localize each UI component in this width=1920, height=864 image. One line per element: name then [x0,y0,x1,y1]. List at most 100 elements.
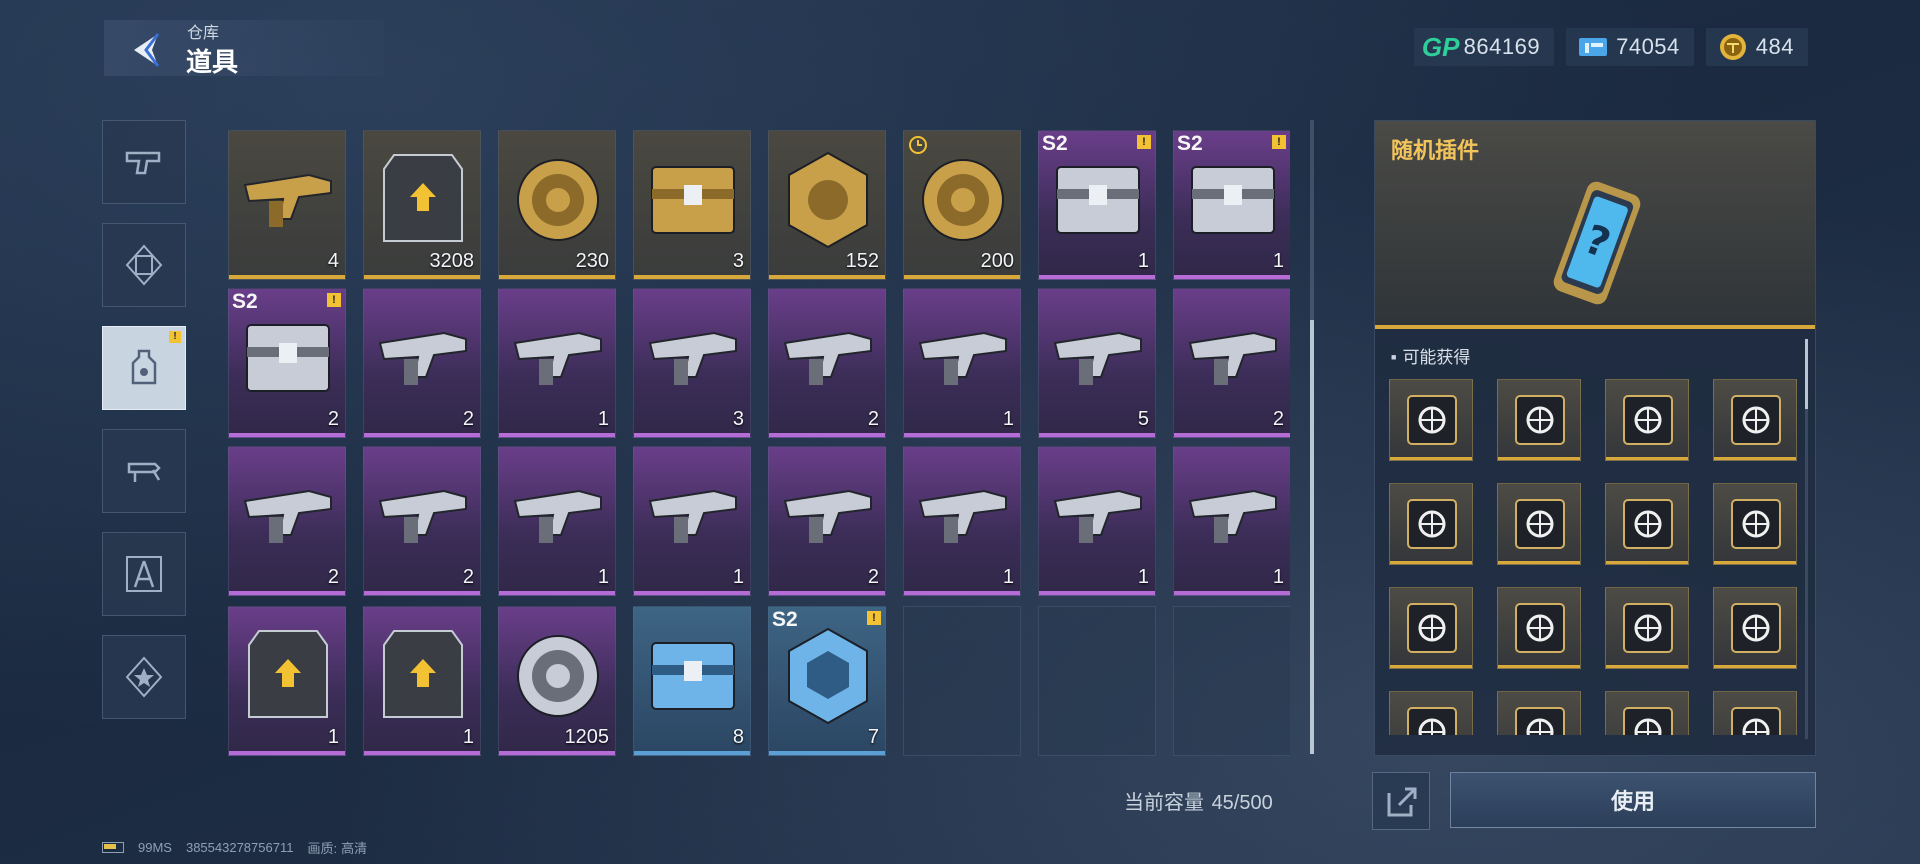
currency-coin[interactable]: 484 [1705,28,1808,66]
item-quantity: 8 [732,726,744,748]
reward-item[interactable] [1497,587,1581,669]
tab-scrolls[interactable] [102,223,186,307]
tab-tools[interactable] [102,532,186,616]
capacity-value: 45/500 [1211,792,1273,814]
inventory-item[interactable]: 1 [903,288,1021,438]
inventory-item[interactable]: 152 [768,130,886,280]
inventory-item[interactable]: 4 [228,130,346,280]
reward-item[interactable] [1497,379,1581,461]
reward-item[interactable] [1605,691,1689,735]
status-footer: 99MS 385543278756711 画质: 高清 [102,838,367,857]
item-quantity: 3208 [429,250,475,272]
inventory-grid: 4 3208 230 3 152 200 S2! 1 S2! 1 S2! 2 2 1 3 2 1 5 2 2 2 1 1 2 1… [228,116,1290,756]
upgrade-card-dark-icon [383,630,463,718]
inventory-item[interactable]: 1 [633,446,751,596]
reward-scroll-thumb[interactable] [1805,339,1808,409]
inventory-item[interactable]: S2! 2 [228,288,346,438]
item-quantity: 2 [327,408,339,430]
item-quantity: 7 [867,726,879,748]
inventory-item[interactable]: S2! 7 [768,606,886,756]
weapon-camo-rifle-icon [648,331,737,385]
crosshair-mod-icon [1515,499,1565,549]
inventory-scroll-thumb[interactable] [1310,320,1314,754]
inventory-item[interactable]: 2 [768,446,886,596]
reward-item[interactable] [1389,379,1473,461]
bullets-mod-icon [1623,499,1673,549]
inventory-scrollbar[interactable] [1310,120,1314,754]
reward-item[interactable] [1713,587,1797,669]
inventory-item[interactable]: 2 [363,288,481,438]
currency-ticket[interactable]: 74054 [1566,28,1694,66]
gun-swap-icon [127,462,161,482]
inventory-item[interactable]: 8 [633,606,751,756]
reward-item[interactable] [1713,379,1797,461]
inventory-item[interactable]: 2 [363,446,481,596]
season-tag: S2 [1177,132,1203,155]
tab-gun-swap[interactable] [102,429,186,513]
item-quantity: 1 [462,726,474,748]
item-quantity: 1 [597,408,609,430]
reward-item[interactable] [1713,483,1797,565]
inventory-item[interactable]: 1 [903,446,1021,596]
tab-badges[interactable] [102,635,186,719]
tab-alert-badge: ! [169,331,181,343]
inventory-item[interactable]: 5 [1038,288,1156,438]
locked-mod-icon [1515,707,1565,735]
reward-item[interactable] [1605,483,1689,565]
tab-weapons[interactable] [102,120,186,204]
inventory-item[interactable]: 1 [498,288,616,438]
use-button[interactable]: 使用 [1450,772,1816,828]
external-link-icon [1387,787,1417,817]
weapon-tan-smg-icon [1053,489,1142,543]
inventory-item[interactable]: 1 [1173,446,1290,596]
compass-tool-icon [126,556,162,592]
inventory-item[interactable]: 2 [228,446,346,596]
weapon-crossbow-icon [243,489,332,543]
reward-item[interactable] [1389,483,1473,565]
reward-item[interactable] [1605,587,1689,669]
inventory-item[interactable]: 1 [1038,446,1156,596]
item-name: 随机插件 [1391,138,1480,163]
empty-slot [1173,606,1290,756]
inventory-item[interactable]: 200 [903,130,1021,280]
circuit-card-icon [383,154,463,242]
inventory-item[interactable]: S2! 1 [1173,130,1290,280]
ticket-icon [1576,32,1610,62]
item-quantity: 1 [597,566,609,588]
inventory-item[interactable]: 1 [498,446,616,596]
currency-gp[interactable]: GP 864169 [1413,28,1555,66]
reward-item[interactable] [1389,587,1473,669]
target-person-mod-icon [1731,395,1781,445]
reward-item[interactable] [1497,691,1581,735]
reward-scrollbar[interactable] [1805,339,1808,739]
purple-crate-icon [1056,166,1140,234]
inventory-item[interactable]: 1 [228,606,346,756]
reward-item[interactable] [1605,379,1689,461]
item-quantity: 1 [327,726,339,748]
weapon-sniper-icon [918,331,1007,385]
item-quantity: 1 [1002,408,1014,430]
inventory-item[interactable]: 3208 [363,130,481,280]
tab-items[interactable]: ! [102,326,186,410]
reward-item[interactable] [1389,691,1473,735]
inventory-item[interactable]: 2 [768,288,886,438]
scroll-icon [125,244,163,286]
weapon-blue-launcher-icon [1188,489,1277,543]
quality-label: 画质: [307,841,338,856]
item-quantity: 2 [462,566,474,588]
inventory-item[interactable]: S2! 1 [1038,130,1156,280]
item-quantity: 2 [327,566,339,588]
inventory-item[interactable]: 3 [633,288,751,438]
share-button[interactable] [1372,772,1430,830]
inventory-item[interactable]: 1 [363,606,481,756]
inventory-item[interactable]: 3 [633,130,751,280]
reward-item[interactable] [1713,691,1797,735]
inventory-item[interactable]: 230 [498,130,616,280]
reward-item[interactable] [1497,483,1581,565]
back-arrow-icon[interactable] [124,28,168,72]
mag-up-mod-icon [1515,603,1565,653]
battery-mod-icon [1407,499,1457,549]
weapon-white-rifle-icon [918,489,1007,543]
inventory-item[interactable]: 2 [1173,288,1290,438]
inventory-item[interactable]: 1205 [498,606,616,756]
